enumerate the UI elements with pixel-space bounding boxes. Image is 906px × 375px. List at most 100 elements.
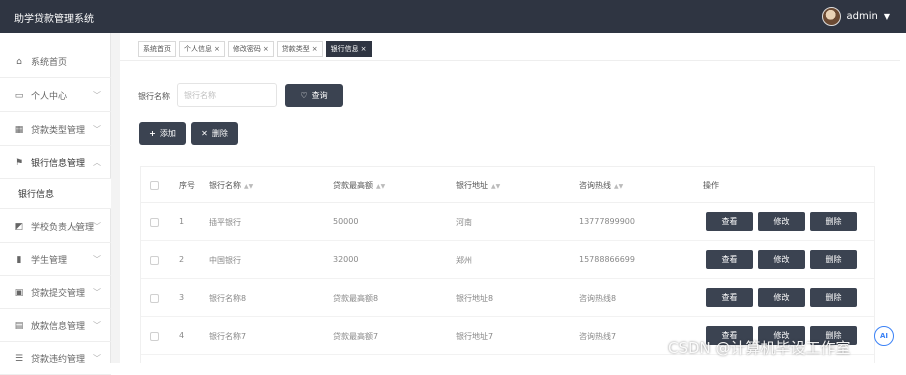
tab-home[interactable]: 系统首页 xyxy=(138,41,176,57)
tab-loan-type[interactable]: 贷款类型 × xyxy=(276,41,323,57)
sidebar-item-label: 贷款违约管理 xyxy=(31,355,86,365)
close-icon[interactable]: × xyxy=(361,45,367,53)
header-bank-address[interactable]: 银行地址 ▲▼ xyxy=(456,180,500,191)
app-title: 助学贷款管理系统 xyxy=(14,14,94,25)
query-button[interactable]: ♡ 查询 xyxy=(285,84,343,107)
cell-bank-name: 中国银行 xyxy=(209,256,241,265)
row-checkbox[interactable] xyxy=(150,294,159,303)
heart-icon: ♡ xyxy=(300,91,308,100)
tab-label: 贷款类型 xyxy=(281,45,310,53)
caret-down-icon[interactable]: ▼ xyxy=(884,12,890,21)
tab-label: 银行信息 xyxy=(330,45,359,53)
tab-bank-info[interactable]: 银行信息 × xyxy=(325,41,372,57)
cell-bank-address: 银行地址8 xyxy=(456,294,494,303)
sort-icon[interactable]: ▲▼ xyxy=(614,183,623,190)
sidebar-item-bank-info[interactable]: ⚑ 银行信息管理 ︿ xyxy=(0,147,111,179)
header-label: 贷款最高额 xyxy=(333,181,373,190)
close-icon[interactable]: × xyxy=(263,45,269,53)
bank-name-input[interactable] xyxy=(177,83,277,107)
divider xyxy=(120,60,900,61)
bar-chart-icon: ▮ xyxy=(16,254,22,265)
delete-row-button[interactable]: 删除 xyxy=(810,250,857,269)
row-checkbox[interactable] xyxy=(150,332,159,341)
sidebar-item-loan-submission[interactable]: ▣ 贷款提交管理 ﹀ xyxy=(0,277,111,309)
add-button-label: 添加 xyxy=(159,129,176,138)
row-checkbox[interactable] xyxy=(150,256,159,265)
grid-icon: ▦ xyxy=(14,124,24,135)
select-all-checkbox[interactable] xyxy=(150,181,159,190)
user-menu[interactable]: admin ▼ xyxy=(821,7,890,26)
view-button[interactable]: 查看 xyxy=(706,212,753,231)
chevron-down-icon: ﹀ xyxy=(93,321,101,330)
table-row: 3 银行名称8 贷款最高额8 银行地址8 咨询热线8 查看 修改 删除 xyxy=(141,279,874,317)
sidebar-item-label: 贷款提交管理 xyxy=(31,289,86,299)
watermark: CSDN @计算机毕设工作室 xyxy=(668,339,851,357)
sidebar: ⌂ 系统首页 ▭ 个人中心 ﹀ ▦ 贷款类型管理 ﹀ ⚑ 银行信息管理 ︿ 银行… xyxy=(0,33,111,375)
avatar[interactable] xyxy=(821,7,841,26)
header-actions: 操作 xyxy=(703,181,719,190)
sidebar-item-school-manager[interactable]: ◩ 学校负责人管理 ﹀ xyxy=(0,211,111,243)
query-button-label: 查询 xyxy=(311,91,328,100)
plus-icon: + xyxy=(149,129,156,138)
sidebar-item-label: 贷款类型管理 xyxy=(31,126,86,136)
cell-max-loan: 贷款最高额8 xyxy=(333,294,379,303)
sidebar-item-label: 系统首页 xyxy=(31,58,68,68)
cell-bank-name: 银行名称7 xyxy=(209,332,247,341)
table-header: 序号 银行名称 ▲▼ 贷款最高额 ▲▼ 银行地址 ▲▼ 咨询热线 ▲▼ 操作 xyxy=(141,167,874,203)
add-button[interactable]: + 添加 xyxy=(139,122,186,145)
header-max-loan[interactable]: 贷款最高额 ▲▼ xyxy=(333,180,385,191)
sidebar-subitem-label: 银行信息 xyxy=(18,190,55,200)
cell-max-loan: 50000 xyxy=(333,217,359,226)
sidebar-item-students[interactable]: ▮ 学生管理 ﹀ xyxy=(0,244,111,276)
ai-assistant-button[interactable]: AI xyxy=(874,326,894,346)
tab-personal-info[interactable]: 个人信息 × xyxy=(179,41,225,57)
row-checkbox[interactable] xyxy=(150,218,159,227)
close-icon[interactable]: × xyxy=(312,45,318,53)
close-icon[interactable]: × xyxy=(214,45,220,53)
sidebar-item-label: 放款信息管理 xyxy=(31,322,86,332)
header-hotline[interactable]: 咨询热线 ▲▼ xyxy=(579,180,623,191)
edit-button[interactable]: 修改 xyxy=(758,288,805,307)
wallet-icon: ▣ xyxy=(14,287,24,298)
tab-label: 系统首页 xyxy=(143,45,171,53)
sidebar-item-home[interactable]: ⌂ 系统首页 xyxy=(0,46,111,78)
view-button[interactable]: 查看 xyxy=(706,288,753,307)
tab-bar: 系统首页 个人信息 × 修改密码 × 贷款类型 × 银行信息 × xyxy=(138,41,372,57)
delete-row-button[interactable]: 删除 xyxy=(810,288,857,307)
sidebar-scrollbar[interactable] xyxy=(111,33,120,363)
sidebar-subitem-bank-info[interactable]: 银行信息 xyxy=(0,179,111,209)
cell-hotline: 咨询热线8 xyxy=(579,294,617,303)
cell-bank-address: 银行地址7 xyxy=(456,332,494,341)
user-name[interactable]: admin xyxy=(847,11,878,22)
cell-hotline: 15788866699 xyxy=(579,255,635,264)
sidebar-item-default[interactable]: ☰ 贷款违约管理 ﹀ xyxy=(0,343,111,375)
sidebar-item-loan-type[interactable]: ▦ 贷款类型管理 ﹀ xyxy=(0,114,111,146)
tab-change-password[interactable]: 修改密码 × xyxy=(227,41,274,57)
cell-bank-name: 插平银行 xyxy=(209,218,241,227)
table-row: 1 插平银行 50000 河南 13777899900 查看 修改 删除 xyxy=(141,203,874,241)
delete-button[interactable]: ✕ 删除 xyxy=(191,122,238,145)
tab-label: 个人信息 xyxy=(184,45,212,53)
sidebar-item-personal-center[interactable]: ▭ 个人中心 ﹀ xyxy=(0,80,111,112)
header-label: 银行名称 xyxy=(209,181,241,190)
chevron-down-icon: ﹀ xyxy=(93,255,101,264)
chevron-down-icon: ﹀ xyxy=(93,288,101,297)
delete-row-button[interactable]: 删除 xyxy=(810,212,857,231)
view-button[interactable]: 查看 xyxy=(706,250,753,269)
edit-button[interactable]: 修改 xyxy=(758,212,805,231)
flag-icon: ⚑ xyxy=(14,157,24,168)
chevron-down-icon: ﹀ xyxy=(93,91,101,100)
cell-hotline: 咨询热线7 xyxy=(579,332,617,341)
sidebar-item-label: 个人中心 xyxy=(31,92,68,102)
edit-button[interactable]: 修改 xyxy=(758,250,805,269)
cell-index: 1 xyxy=(179,217,185,226)
sidebar-item-label: 学生管理 xyxy=(31,256,68,266)
list-icon: ☰ xyxy=(14,353,24,364)
sidebar-item-disbursement[interactable]: ▤ 放款信息管理 ﹀ xyxy=(0,310,111,342)
cell-max-loan: 贷款最高额7 xyxy=(333,332,379,341)
sort-icon[interactable]: ▲▼ xyxy=(244,183,253,190)
tab-label: 修改密码 xyxy=(232,45,261,53)
sort-icon[interactable]: ▲▼ xyxy=(491,183,500,190)
sort-icon[interactable]: ▲▼ xyxy=(376,183,385,190)
header-bank-name[interactable]: 银行名称 ▲▼ xyxy=(209,180,253,191)
